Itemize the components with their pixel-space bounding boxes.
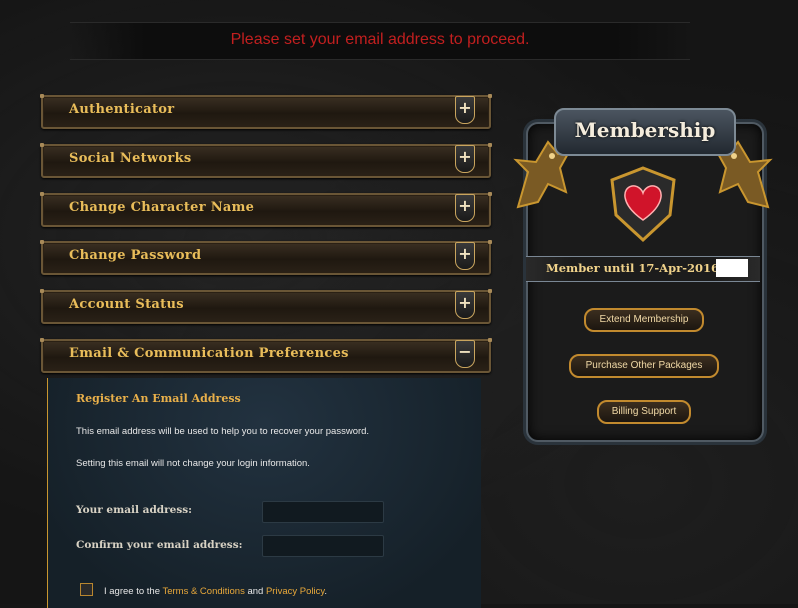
accordion-label: Account Status xyxy=(69,297,184,312)
panel-title: Register An Email Address xyxy=(76,392,241,405)
expand-icon[interactable]: + xyxy=(455,242,475,270)
notice-message: Please set your email address to proceed… xyxy=(230,31,530,48)
email-preferences-panel: Register An Email Address This email add… xyxy=(47,378,481,608)
email-note-text: Setting this email will not change your … xyxy=(76,458,310,469)
accordion-change-character-name[interactable]: Change Character Name + xyxy=(40,192,492,227)
accordion-email-preferences[interactable]: Email & Communication Preferences − xyxy=(40,338,492,373)
accordion-authenticator[interactable]: Authenticator + xyxy=(40,94,492,129)
agree-text: I agree to the Terms & Conditions and Pr… xyxy=(104,586,327,597)
membership-status-row: Member until 17-Apr-2016 xyxy=(526,256,760,282)
privacy-link[interactable]: Privacy Policy xyxy=(266,586,324,597)
accordion-social-networks[interactable]: Social Networks + xyxy=(40,143,492,178)
expand-icon[interactable]: + xyxy=(455,291,475,319)
agree-and: and xyxy=(244,586,266,597)
accordion-label: Social Networks xyxy=(69,151,192,166)
accordion-change-password[interactable]: Change Password + xyxy=(40,240,492,275)
notice-banner: Please set your email address to proceed… xyxy=(70,22,690,60)
purchase-packages-button[interactable]: Purchase Other Packages xyxy=(569,354,719,378)
collapse-icon[interactable]: − xyxy=(455,340,475,368)
accordion-label: Authenticator xyxy=(69,102,175,117)
accordion-label: Email & Communication Preferences xyxy=(69,346,349,361)
expand-icon[interactable]: + xyxy=(455,96,475,124)
membership-header: Membership xyxy=(554,108,736,156)
extend-membership-button[interactable]: Extend Membership xyxy=(584,308,704,332)
email-input[interactable] xyxy=(262,501,384,523)
agree-prefix: I agree to the xyxy=(104,586,163,597)
expand-icon[interactable]: + xyxy=(455,145,475,173)
redacted-box xyxy=(716,259,748,277)
agree-checkbox[interactable] xyxy=(80,583,93,596)
confirm-email-label: Confirm your email address: xyxy=(76,539,243,551)
member-until-text: Member until 17-Apr-2016 xyxy=(546,261,719,275)
accordion-label: Change Character Name xyxy=(69,200,255,215)
confirm-email-input[interactable] xyxy=(262,535,384,557)
membership-title: Membership xyxy=(574,118,716,142)
accordion-label: Change Password xyxy=(69,248,202,263)
expand-icon[interactable]: + xyxy=(455,194,475,222)
billing-support-button[interactable]: Billing Support xyxy=(597,400,691,424)
email-label: Your email address: xyxy=(76,504,193,516)
email-info-text: This email address will be used to help … xyxy=(76,426,370,437)
membership-card: Membership Member until 17-Apr-2016 Exte… xyxy=(513,102,773,442)
terms-link[interactable]: Terms & Conditions xyxy=(162,586,244,597)
heart-shield-icon xyxy=(610,166,676,243)
agree-suffix: . xyxy=(324,586,328,597)
accordion-account-status[interactable]: Account Status + xyxy=(40,289,492,324)
